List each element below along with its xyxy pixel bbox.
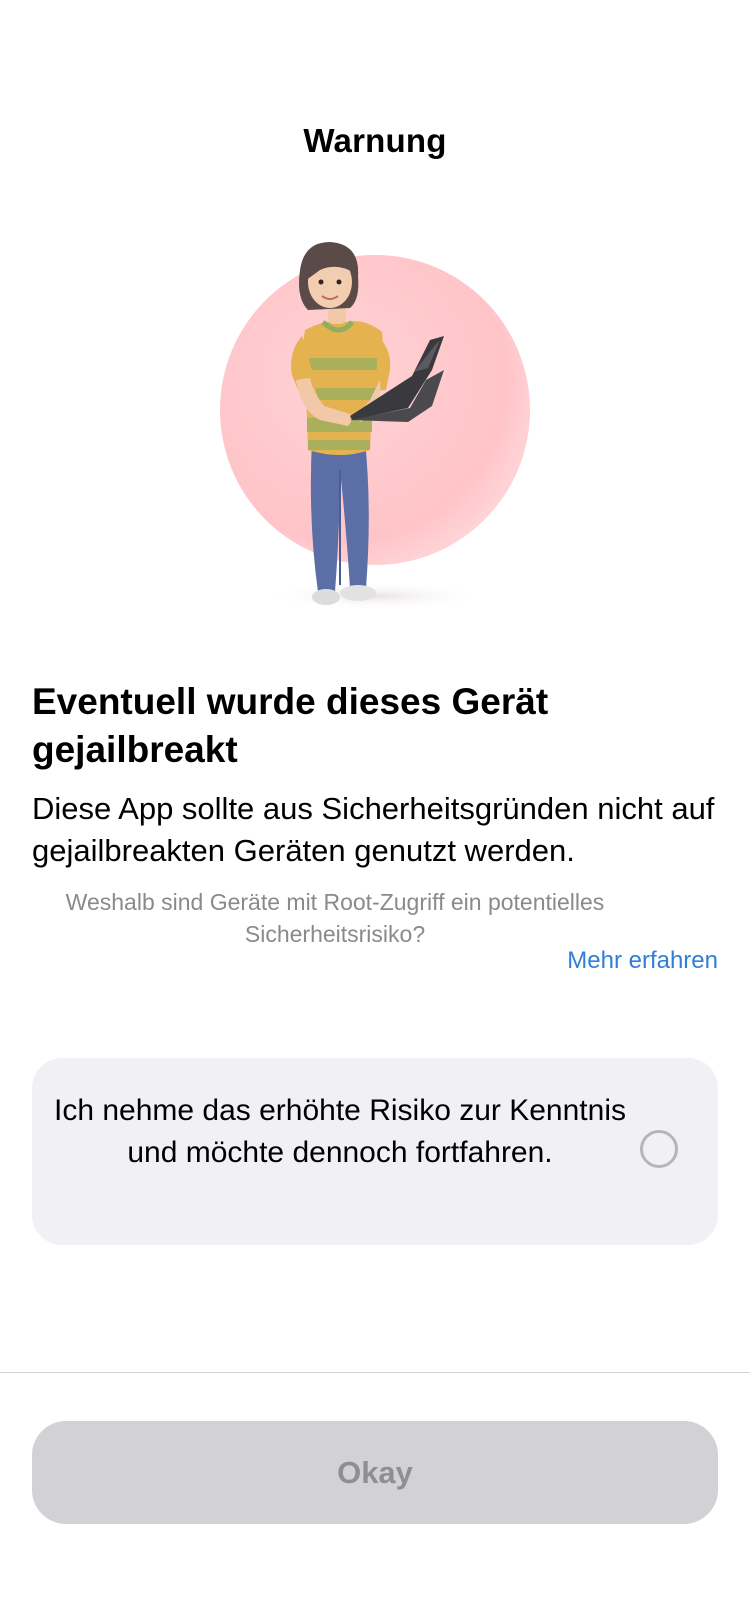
footer-divider	[0, 1372, 750, 1373]
risk-consent-label: Ich nehme das erhöhte Risiko zur Kenntni…	[54, 1094, 626, 1169]
security-question: Weshalb sind Geräte mit Root-Zugriff ein…	[65, 889, 605, 947]
risk-consent-option[interactable]: Ich nehme das erhöhte Risiko zur Kenntni…	[32, 1058, 718, 1245]
warning-headline: Eventuell wurde dieses Gerät gejailbreak…	[32, 681, 549, 770]
consent-radio-icon[interactable]	[640, 1130, 678, 1168]
woman-with-laptop-illustration	[220, 242, 530, 610]
warning-description: Diese App sollte aus Sicherheitsgründen …	[32, 791, 715, 868]
okay-button[interactable]: Okay	[32, 1421, 718, 1524]
page-title: Warnung	[303, 122, 447, 159]
learn-more-link[interactable]: Mehr erfahren	[567, 947, 718, 975]
